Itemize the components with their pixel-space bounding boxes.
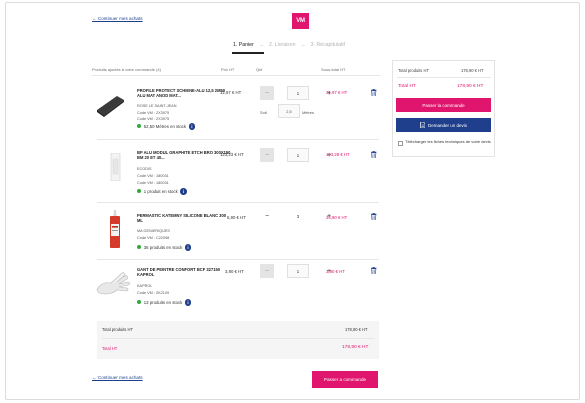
product-brand: Ecodis <box>137 167 152 171</box>
trash-icon[interactable] <box>371 151 377 158</box>
header-qty: Qté <box>256 67 263 72</box>
stock-status: 36 produits en stock i <box>137 244 192 251</box>
decrease-button[interactable]: − <box>260 264 274 278</box>
page-frame: ← Continuer mes achats VM 1. Panier → 2.… <box>5 2 580 400</box>
product-image[interactable] <box>110 153 121 181</box>
unit-price: 5,90 € HT <box>227 215 246 220</box>
quantity-stepper: − 1 + <box>260 148 336 162</box>
info-icon[interactable]: i <box>188 123 196 130</box>
footer-subtotal-label: Total produits HT <box>102 327 133 332</box>
step-cart[interactable]: 1. Panier <box>233 42 254 48</box>
panel-subtotal-label: Total produits HT <box>398 68 429 73</box>
product-name[interactable]: PERMASTIC KATEMNY SILICONE BLANC 300 ML <box>137 213 231 224</box>
footer-total-label: Total HT <box>102 346 118 351</box>
decrease-button[interactable]: − <box>260 86 274 100</box>
stock-text: 1 produit en stock <box>143 188 178 194</box>
quantity-value[interactable]: 1 <box>287 148 309 162</box>
request-quote-button[interactable]: Demander un devis <box>396 118 491 132</box>
trash-icon[interactable] <box>371 267 377 274</box>
quantity-stepper: − 1 + <box>260 264 336 278</box>
document-icon <box>420 122 425 128</box>
stock-status: 52,50 Mètres en stock i <box>137 123 196 130</box>
divider <box>92 75 380 76</box>
divider <box>97 139 379 140</box>
quantity-value[interactable]: 1 <box>287 86 309 100</box>
stock-text: 36 produits en stock <box>143 244 183 250</box>
continue-shopping-link-bottom[interactable]: ← Continuer mes achats <box>92 375 143 380</box>
vm-logo[interactable]: VM <box>292 13 309 29</box>
active-step-indicator <box>232 52 264 54</box>
checkout-steps: 1. Panier → 2. Livraison → 3. Récapitula… <box>233 42 345 48</box>
product-code: Code VM : 180031 <box>137 174 169 178</box>
info-icon[interactable]: i <box>184 244 192 251</box>
product-name[interactable]: GANT DE PEINTRE CONFORT BCF 327150 KAPRO… <box>137 267 231 278</box>
quantity-stepper: − 1 + <box>260 86 336 100</box>
tech-sheets-label[interactable]: Télécharger les fiches techniques de vot… <box>405 139 493 145</box>
trash-icon[interactable] <box>371 89 377 96</box>
stock-dot-icon <box>137 300 142 305</box>
header-total: Sous-total HT <box>321 67 346 72</box>
product-code: Code VM : 2K2109 <box>137 291 170 295</box>
product-code: Code VM : 2X3975 <box>137 111 170 115</box>
info-icon[interactable]: i <box>180 188 187 195</box>
divider <box>397 77 491 78</box>
unit-conversion-value[interactable]: 2,5 <box>278 104 300 118</box>
tech-sheets-checkbox[interactable] <box>398 141 403 146</box>
divider <box>102 338 374 339</box>
quantity-value[interactable]: 1 <box>287 264 309 278</box>
product-brand: MA GENIERIQUES <box>137 229 170 233</box>
unit-price: 123,23 € HT <box>220 152 244 157</box>
product-code: Code VM : C22098 <box>137 236 170 240</box>
info-icon[interactable]: i <box>184 299 192 306</box>
line-total: 123,28 € HT <box>326 152 350 157</box>
unit-price: 3,90 € HT <box>225 269 244 274</box>
unit-conversion-unit: Mètres <box>302 110 314 115</box>
product-image[interactable] <box>95 270 131 296</box>
step-delivery: 2. Livraison <box>268 42 296 48</box>
panel-subtotal-value: 178,90 € HT <box>461 68 484 73</box>
divider <box>97 259 379 260</box>
quantity-stepper: − 3 + <box>260 209 336 223</box>
panel-total-label: Total HT <box>398 84 416 89</box>
product-code: Code VM : 2X3975 <box>137 117 170 121</box>
product-image[interactable] <box>95 92 125 117</box>
footer-total-value: 178,90 € HT <box>342 345 369 350</box>
product-brand: Kaprol <box>137 284 153 288</box>
header-unit-price: Prix HT <box>221 67 235 72</box>
footer-subtotal-value: 178,90 € HT <box>345 327 368 332</box>
decrease-button[interactable]: − <box>260 148 274 162</box>
panel-total-value: 178,90 € HT <box>457 84 484 89</box>
stock-status: 13 produits en stock i <box>137 299 192 306</box>
decrease-button[interactable]: − <box>260 209 274 223</box>
line-total: 34,90 € HT <box>326 215 348 220</box>
unit-price: 12,97 € HT <box>220 90 242 95</box>
stock-dot-icon <box>137 124 142 129</box>
stock-text: 13 produits en stock <box>143 299 183 305</box>
product-name[interactable]: PROFILE PROTECT SCHIENE-ALU 12,5 2M50 AL… <box>137 88 231 99</box>
step-arrow-icon: → <box>258 42 264 48</box>
product-brand: Rose Le Saint-Jean <box>137 104 177 108</box>
step-summary: 3. Récapitulatif <box>310 42 345 48</box>
cart-totals: Total produits HT 178,90 € HT Total HT 1… <box>97 321 379 359</box>
product-code: Code VM : 180031 <box>137 181 169 185</box>
place-order-button-bottom[interactable]: Passer a commande <box>312 371 378 388</box>
place-order-button[interactable]: Passer la commande <box>396 98 491 112</box>
request-quote-label: Demander un devis <box>427 122 468 128</box>
product-image[interactable] <box>108 210 122 248</box>
product-name[interactable]: BP ALU MODUL GRAPHITE ETCH BRO 300X150 B… <box>137 150 231 161</box>
stock-status: 1 produit en stock i <box>137 188 187 195</box>
unit-conversion-label: Soit <box>260 110 267 115</box>
step-arrow-icon: → <box>300 42 306 48</box>
line-total: 3,90 € HT <box>326 269 345 274</box>
header-products: Produits ajoutés à votre commande (4) <box>92 67 161 72</box>
order-summary-panel: Total produits HT 178,90 € HT Total HT 1… <box>392 60 495 157</box>
stock-dot-icon <box>137 245 142 250</box>
trash-icon[interactable] <box>371 213 377 220</box>
quantity-value[interactable]: 3 <box>287 209 309 223</box>
stock-dot-icon <box>137 189 142 194</box>
divider <box>97 202 379 203</box>
stock-text: 52,50 Mètres en stock <box>143 123 187 129</box>
line-total: 31,97 € HT <box>326 90 348 95</box>
continue-shopping-link[interactable]: ← Continuer mes achats <box>92 16 143 21</box>
